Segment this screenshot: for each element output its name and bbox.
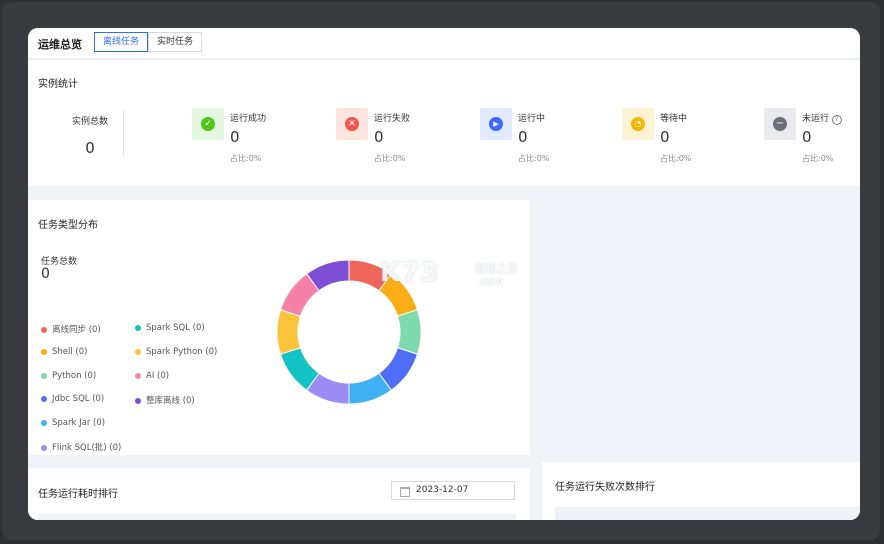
instance-total: 实例总数 0: [58, 114, 122, 157]
stat-waiting-label: 等待中: [660, 114, 688, 124]
watermark-main: K73: [380, 258, 440, 288]
date-picker[interactable]: 2023-12-07: [391, 481, 515, 500]
legend-item-jdbc-sql[interactable]: Jdbc SQL (0): [41, 394, 104, 404]
minus-icon: −: [773, 117, 787, 131]
stat-not-run-ratio: 占比:0%: [802, 154, 834, 163]
duration-ranking-title: 任务运行耗时排行: [38, 489, 118, 500]
failure-ranking-title: 任务运行失败次数排行: [555, 482, 655, 493]
header-bar: 运维总览 离线任务 实时任务: [28, 28, 860, 59]
instance-stats-title: 实例统计: [38, 79, 78, 90]
donut-segment[interactable]: [396, 309, 422, 355]
stat-not-run-value: 0: [802, 128, 812, 146]
legend-dot: [135, 348, 141, 355]
page-title: 运维总览: [38, 38, 82, 51]
legend-dot: [135, 324, 141, 331]
legend-dot: [41, 326, 47, 333]
stat-waiting-ratio: 占比:0%: [660, 154, 692, 163]
legend-dot: [135, 397, 141, 404]
app-screen: 运维总览 离线任务 实时任务 实例统计 实例总数 0 ✓ 运行成功 0 占比:0…: [28, 28, 860, 520]
stat-failed-label: 运行失败: [374, 114, 411, 124]
instance-stats-panel: 实例统计 实例总数 0 ✓ 运行成功 0 占比:0% ✕ 运行失败 0 占比:0…: [28, 60, 860, 186]
legend-dot: [41, 348, 47, 355]
legend-item-spark-jar[interactable]: Spark Jar (0): [41, 418, 105, 428]
success-icon-box: ✓: [192, 108, 224, 140]
task-type-distribution-panel: 任务类型分布 任务总数 0 离线同步 (0) Spark SQL (0) She…: [28, 200, 530, 455]
legend-item-ai[interactable]: AI (0): [135, 371, 169, 381]
legend-item-spark-python[interactable]: Spark Python (0): [135, 347, 217, 357]
stat-running-ratio: 占比:0%: [518, 154, 550, 163]
legend-item-flink-sql-batch[interactable]: Flink SQL(批) (0): [41, 441, 121, 453]
legend-dot: [41, 372, 47, 379]
calendar-icon: [400, 487, 410, 497]
device-frame: 运维总览 离线任务 实时任务 实例统计 实例总数 0 ✓ 运行成功 0 占比:0…: [2, 2, 880, 540]
run-duration-ranking-panel: 任务运行耗时排行 2023-12-07: [28, 468, 530, 520]
waiting-icon-box: ◔: [622, 108, 654, 140]
stat-failed-ratio: 占比:0%: [374, 154, 406, 163]
legend-item-python[interactable]: Python (0): [41, 371, 96, 381]
stat-failed-value: 0: [374, 128, 384, 146]
failure-count-ranking-panel: 任务运行失败次数排行: [542, 462, 860, 520]
legend-item-whole-db-offline[interactable]: 整库离线 (0): [135, 394, 195, 406]
legend-item-offline-sync[interactable]: 离线同步 (0): [41, 323, 101, 335]
divider: [123, 110, 124, 158]
failed-icon-box: ✕: [336, 108, 368, 140]
play-icon: ▶: [489, 117, 503, 131]
instance-total-value: 0: [85, 139, 95, 157]
legend-item-shell[interactable]: Shell (0): [41, 347, 87, 357]
task-total-value: 0: [41, 266, 50, 282]
distribution-title: 任务类型分布: [38, 220, 98, 231]
stat-running-value: 0: [518, 128, 528, 146]
stat-waiting-value: 0: [660, 128, 670, 146]
stat-not-run-label: 未运行 ?: [802, 111, 842, 125]
legend-item-spark-sql[interactable]: Spark SQL (0): [135, 323, 205, 333]
check-icon: ✓: [201, 117, 215, 131]
tab-realtime-tasks[interactable]: 实时任务: [148, 32, 203, 52]
watermark-logo: K73 游戏之家 .com: [380, 258, 540, 298]
tab-offline-tasks[interactable]: 离线任务: [94, 32, 149, 52]
legend-dot: [41, 395, 47, 402]
legend-dot: [41, 419, 47, 426]
close-icon: ✕: [345, 117, 359, 131]
watermark-sub1: 游戏之家: [474, 262, 518, 275]
running-icon-box: ▶: [480, 108, 512, 140]
clock-icon: ◔: [631, 117, 645, 131]
failure-table-header: [555, 507, 860, 520]
legend-dot: [135, 372, 141, 379]
watermark-sub2: .com: [476, 275, 503, 288]
donut-segment[interactable]: [276, 309, 302, 355]
task-type-tabs: 离线任务 实时任务: [94, 32, 203, 52]
stat-success-value: 0: [230, 128, 240, 146]
duration-table-header: [38, 514, 516, 520]
instance-total-label: 实例总数: [71, 117, 108, 127]
stat-running-label: 运行中: [518, 114, 546, 124]
stat-success-ratio: 占比:0%: [230, 154, 262, 163]
date-value: 2023-12-07: [416, 485, 469, 495]
help-icon[interactable]: ?: [831, 115, 842, 125]
not-run-icon-box: −: [764, 108, 796, 140]
legend-dot: [41, 444, 47, 451]
stat-success-label: 运行成功: [230, 114, 267, 124]
